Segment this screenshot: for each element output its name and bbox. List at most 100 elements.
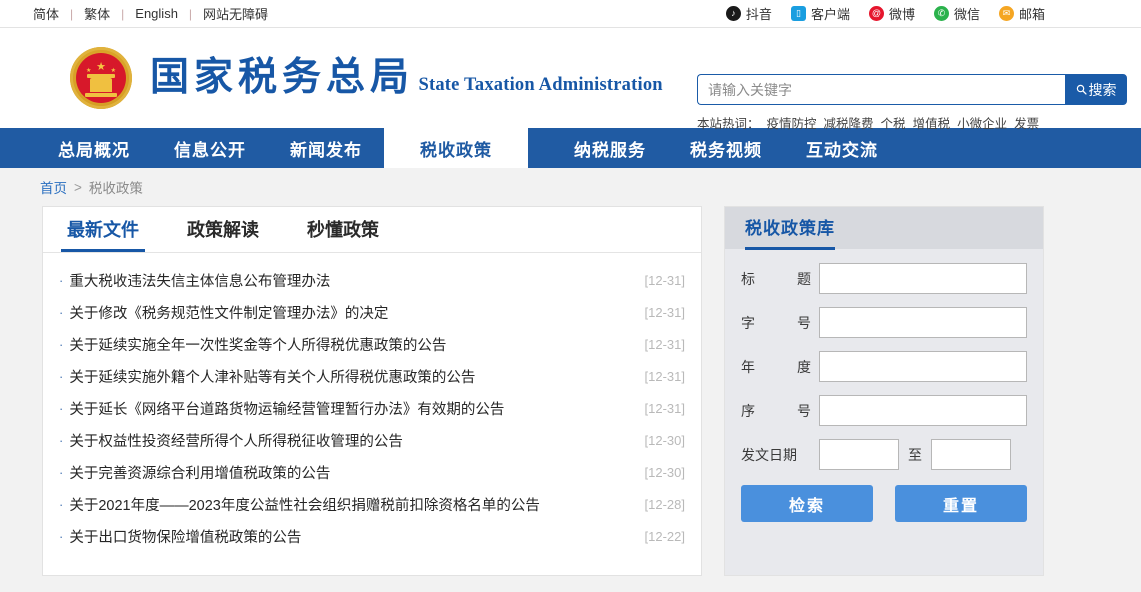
site-title-en: State Taxation Administration (418, 75, 662, 95)
document-title[interactable]: 重大税收违法失信主体信息公布管理办法 (69, 270, 330, 291)
social-link-mail[interactable]: ✉ 邮箱 (999, 4, 1045, 23)
social-link-app-client[interactable]: ▯ 客户端 (791, 4, 850, 23)
lang-separator: | (121, 7, 124, 21)
tab-latest-documents[interactable]: 最新文件 (61, 216, 145, 252)
lang-option-simplified[interactable]: 简体 (33, 4, 59, 23)
hotword-2[interactable]: 个税 (881, 117, 906, 131)
list-item[interactable]: · 关于延续实施全年一次性奖金等个人所得税优惠政策的公告 [12-31] (59, 328, 685, 360)
document-title[interactable]: 关于修改《税务规范性文件制定管理办法》的决定 (69, 302, 388, 323)
panel-buttons: 检索 重置 (741, 485, 1027, 522)
label-sequence: 序 号 (741, 401, 819, 421)
year-input[interactable] (819, 351, 1027, 382)
main-navigation: 总局概况 信息公开 新闻发布 税收政策 纳税服务 税务视频 互动交流 (0, 128, 1141, 168)
document-date: [12-31] (631, 337, 685, 352)
search-icon (1076, 84, 1087, 95)
issue-date-from-input[interactable] (819, 439, 899, 470)
tab-policy-interpretation[interactable]: 政策解读 (181, 216, 265, 252)
document-tabs: 最新文件 政策解读 秒懂政策 (43, 207, 701, 253)
breadcrumb: 首页 > 税收政策 (0, 168, 1141, 206)
social-label-weibo: 微博 (889, 4, 915, 23)
tax-policy-database-panel: 税收政策库 标 题 字 号 年 度 (724, 206, 1044, 576)
list-item[interactable]: · 关于延续实施外籍个人津补贴等有关个人所得税优惠政策的公告 [12-31] (59, 360, 685, 392)
document-date: [12-31] (631, 273, 685, 288)
document-title[interactable]: 关于出口货物保险增值税政策的公告 (69, 526, 301, 547)
social-label-douyin: 抖音 (746, 4, 772, 23)
issue-date-to-input[interactable] (931, 439, 1011, 470)
bullet-icon: · (59, 433, 63, 448)
document-list: · 重大税收违法失信主体信息公布管理办法 [12-31] · 关于修改《税务规范… (43, 253, 701, 552)
site-logo[interactable]: ★ ★ ★ ★ ★ 国家税务总局 State Taxation Administ… (70, 47, 663, 109)
label-issue-date: 发文日期 (741, 445, 819, 465)
nav-item-tax-policy[interactable]: 税收政策 (384, 128, 528, 168)
search-input[interactable] (697, 74, 1065, 105)
lang-separator: | (189, 7, 192, 21)
social-link-weibo[interactable]: @ 微博 (869, 4, 915, 23)
list-item[interactable]: · 关于权益性投资经营所得个人所得税征收管理的公告 [12-30] (59, 424, 685, 456)
bullet-icon: · (59, 273, 63, 288)
social-label-wechat: 微信 (954, 4, 980, 23)
hotword-0[interactable]: 疫情防控 (767, 117, 817, 131)
bullet-icon: · (59, 497, 63, 512)
nav-item-information-disclosure[interactable]: 信息公开 (152, 128, 268, 168)
document-title[interactable]: 关于权益性投资经营所得个人所得税征收管理的公告 (69, 430, 403, 451)
bullet-icon: · (59, 401, 63, 416)
document-title[interactable]: 关于2021年度——2023年度公益性社会组织捐赠税前扣除资格名单的公告 (69, 494, 540, 515)
site-title-cn: 国家税务总局 (150, 56, 414, 99)
form-row-year: 年 度 (741, 351, 1027, 382)
nav-item-overview[interactable]: 总局概况 (36, 128, 152, 168)
top-utility-bar: 简体 | 繁体 | English | 网站无障碍 ♪ 抖音 ▯ 客户端 @ 微… (0, 0, 1141, 28)
document-date: [12-31] (631, 369, 685, 384)
douyin-icon: ♪ (726, 6, 741, 21)
document-title[interactable]: 关于完善资源综合利用增值税政策的公告 (69, 462, 330, 483)
documents-card: 最新文件 政策解读 秒懂政策 · 重大税收违法失信主体信息公布管理办法 [12-… (42, 206, 702, 576)
tab-quick-policy[interactable]: 秒懂政策 (301, 216, 385, 252)
document-date: [12-30] (631, 433, 685, 448)
document-date: [12-28] (631, 497, 685, 512)
document-title[interactable]: 关于延长《网络平台道路货物运输经营管理暂行办法》有效期的公告 (69, 398, 504, 419)
lang-option-accessibility[interactable]: 网站无障碍 (203, 4, 268, 23)
hotword-4[interactable]: 小微企业 (957, 117, 1007, 131)
reset-button[interactable]: 重置 (895, 485, 1027, 522)
header-search-area: 搜索 本站热词：疫情防控减税降费个税增值税小微企业发票 (697, 74, 1127, 132)
hotword-3[interactable]: 增值税 (913, 117, 951, 131)
document-date: [12-31] (631, 305, 685, 320)
nav-item-tax-service[interactable]: 纳税服务 (552, 128, 668, 168)
title-input[interactable] (819, 263, 1027, 294)
social-link-douyin[interactable]: ♪ 抖音 (726, 4, 772, 23)
form-row-doc-number: 字 号 (741, 307, 1027, 338)
document-title[interactable]: 关于延续实施全年一次性奖金等个人所得税优惠政策的公告 (69, 334, 446, 355)
list-item[interactable]: · 关于2021年度——2023年度公益性社会组织捐赠税前扣除资格名单的公告 [… (59, 488, 685, 520)
nav-item-tax-video[interactable]: 税务视频 (668, 128, 784, 168)
document-date: [12-30] (631, 465, 685, 480)
breadcrumb-current: 税收政策 (89, 177, 143, 197)
form-row-issue-date: 发文日期 至 (741, 439, 1027, 470)
app-client-icon: ▯ (791, 6, 806, 21)
document-date: [12-31] (631, 401, 685, 416)
lang-option-traditional[interactable]: 繁体 (84, 4, 110, 23)
search-button[interactable]: 搜索 (1065, 74, 1127, 105)
nav-item-news[interactable]: 新闻发布 (268, 128, 384, 168)
search-submit-button[interactable]: 检索 (741, 485, 873, 522)
list-item[interactable]: · 关于完善资源综合利用增值税政策的公告 [12-30] (59, 456, 685, 488)
list-item[interactable]: · 关于延长《网络平台道路货物运输经营管理暂行办法》有效期的公告 [12-31] (59, 392, 685, 424)
lang-option-english[interactable]: English (135, 6, 178, 21)
document-title[interactable]: 关于延续实施外籍个人津补贴等有关个人所得税优惠政策的公告 (69, 366, 475, 387)
social-link-wechat[interactable]: ✆ 微信 (934, 4, 980, 23)
date-range-separator: 至 (908, 445, 922, 465)
breadcrumb-home-link[interactable]: 首页 (40, 177, 67, 197)
list-item[interactable]: · 关于修改《税务规范性文件制定管理办法》的决定 [12-31] (59, 296, 685, 328)
list-item[interactable]: · 关于出口货物保险增值税政策的公告 [12-22] (59, 520, 685, 552)
content-wrapper: 最新文件 政策解读 秒懂政策 · 重大税收违法失信主体信息公布管理办法 [12-… (0, 206, 1141, 576)
breadcrumb-separator: > (74, 180, 82, 195)
nav-item-interaction[interactable]: 互动交流 (784, 128, 900, 168)
hotword-5[interactable]: 发票 (1014, 117, 1039, 131)
site-header: ★ ★ ★ ★ ★ 国家税务总局 State Taxation Administ… (0, 28, 1141, 128)
sequence-input[interactable] (819, 395, 1027, 426)
hotwords-bar: 本站热词：疫情防控减税降费个税增值税小微企业发票 (697, 113, 1127, 132)
weibo-icon: @ (869, 6, 884, 21)
hotword-1[interactable]: 减税降费 (824, 117, 874, 131)
list-item[interactable]: · 重大税收违法失信主体信息公布管理办法 [12-31] (59, 264, 685, 296)
doc-number-input[interactable] (819, 307, 1027, 338)
panel-header: 税收政策库 (725, 207, 1043, 249)
form-row-sequence: 序 号 (741, 395, 1027, 426)
